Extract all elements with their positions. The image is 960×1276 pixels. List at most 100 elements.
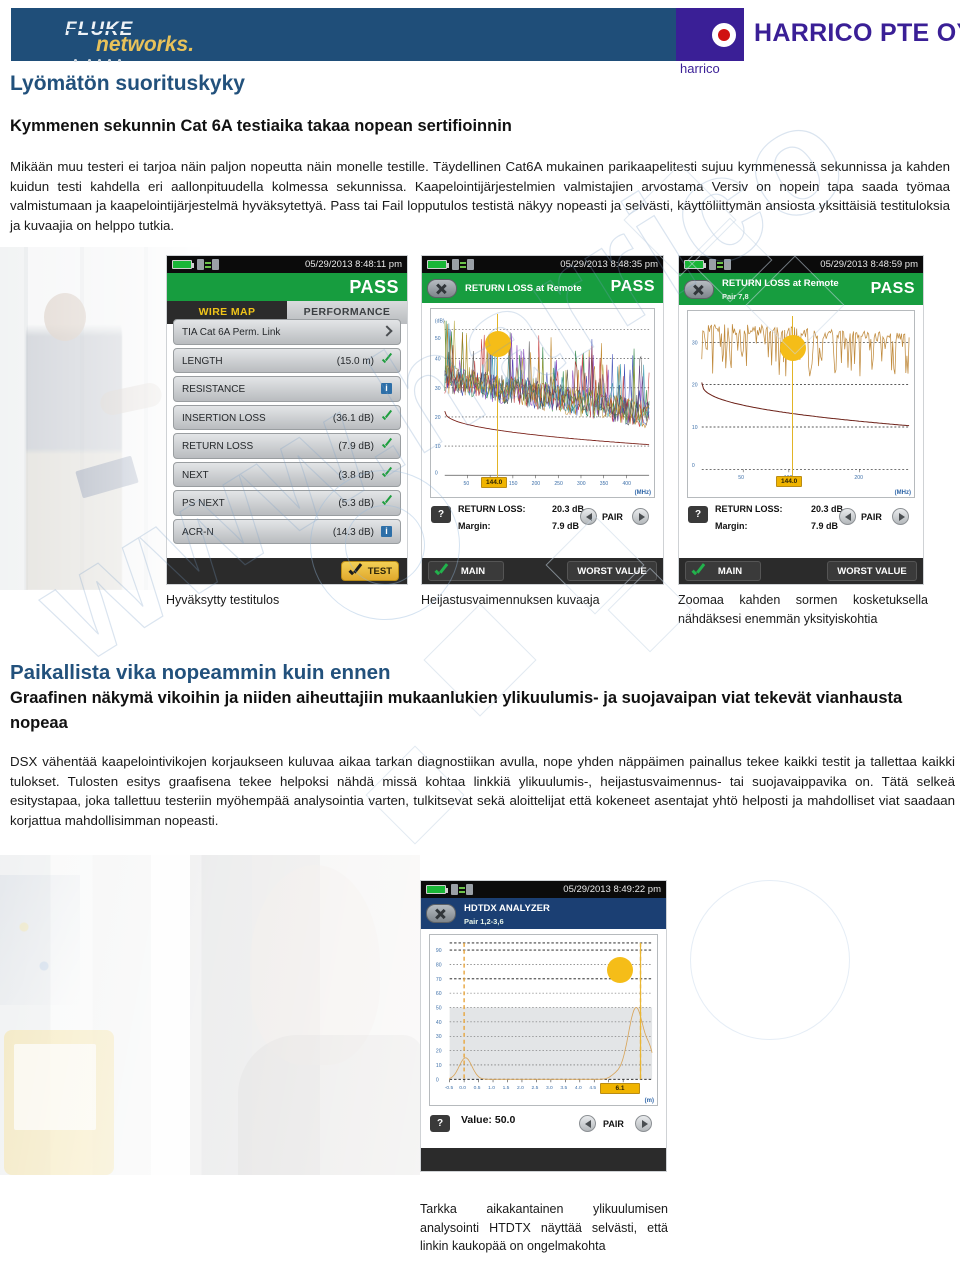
svg-text:10: 10 (692, 425, 698, 431)
link-icon-bottom (459, 891, 465, 893)
help-button[interactable]: ? (430, 1115, 450, 1132)
page-title: Lyömätön suorituskyky (10, 72, 245, 95)
remote-unit-icon (466, 884, 473, 895)
pair-next-button[interactable] (892, 508, 909, 525)
return-loss-label: RETURN LOSS: (715, 504, 783, 514)
svg-text:0: 0 (692, 463, 695, 469)
page-header: FLUKE networks. harrico HARRICO PTE OY (11, 8, 960, 76)
pair-next-button[interactable] (635, 1115, 652, 1132)
check-icon (692, 566, 704, 577)
return-loss-graph[interactable]: (dB)5040302010050100150200250300350400 1… (430, 308, 655, 498)
return-loss-pair-graph[interactable]: 302010050100200 144.0 (MHz) (687, 310, 915, 498)
fluke-dots-decoration (74, 58, 144, 63)
pair-prev-button[interactable] (580, 508, 597, 525)
link-icon-bottom (717, 266, 723, 268)
svg-text:2.5: 2.5 (531, 1085, 538, 1091)
link-icon-bottom (205, 266, 211, 268)
pair-label: PAIR (603, 1119, 624, 1129)
svg-text:150: 150 (509, 481, 518, 487)
result-row[interactable]: PS NEXT (5.3 dB) (173, 490, 401, 516)
result-row-list: TIA Cat 6A Perm. Link LENGTH (15.0 m) RESIS… (167, 316, 407, 544)
main-unit-icon (197, 259, 204, 270)
close-icon[interactable] (426, 904, 456, 923)
result-row[interactable]: RESISTANCE i (173, 376, 401, 402)
fluke-logo-band: FLUKE networks. (11, 8, 676, 63)
title-banner: HDTDX ANALYZER Pair 1,2-3,6 (421, 898, 666, 929)
remote-unit-icon (212, 259, 219, 270)
cursor-value-tag: 6.1 (600, 1083, 640, 1094)
svg-text:10: 10 (436, 1063, 442, 1069)
result-row-value: (3.8 dB) (338, 469, 374, 481)
tester-footer: MAIN WORST VALUE (679, 558, 923, 584)
svg-text:30: 30 (435, 386, 441, 392)
cursor-marker[interactable] (485, 331, 511, 357)
svg-text:200: 200 (854, 475, 863, 481)
svg-text:300: 300 (577, 481, 586, 487)
battery-icon (426, 885, 448, 894)
svg-text:30: 30 (436, 1034, 442, 1040)
tester-screen-return-loss-all[interactable]: 05/29/2013 8:48:35 pm RETURN LOSS at Rem… (421, 255, 664, 585)
tester-screen-wiremap[interactable]: 05/29/2013 8:48:11 pm PASS WIRE MAP PERF… (166, 255, 408, 585)
pair-prev-button[interactable] (579, 1115, 596, 1132)
pass-banner: PASS (167, 273, 407, 301)
svg-text:30: 30 (692, 340, 698, 346)
worst-value-button[interactable]: WORST VALUE (827, 561, 917, 581)
networks-wordmark: networks. (96, 33, 195, 56)
status-bar: 05/29/2013 8:48:11 pm (167, 256, 407, 273)
main-unit-icon (452, 259, 459, 270)
chevron-right-icon (381, 326, 392, 337)
return-loss-value: 20.3 dB (811, 504, 844, 514)
svg-text:0: 0 (435, 470, 438, 476)
info-icon: i (381, 525, 392, 537)
tester-screen-hdtdx[interactable]: 05/29/2013 8:49:22 pm HDTDX ANALYZER Pai… (420, 880, 667, 1172)
svg-text:250: 250 (554, 481, 563, 487)
help-button[interactable]: ? (431, 506, 451, 523)
hdtdx-graph[interactable]: 90 80 70 60 50 40 30 20 10 0 -0.5 0.0 0.5 1.0 1.5 2.0 2.… (429, 934, 658, 1106)
harrico-target-icon (709, 20, 739, 50)
worst-value-button[interactable]: WORST VALUE (567, 561, 657, 581)
pair-prev-button[interactable] (839, 508, 856, 525)
result-row[interactable]: ACR-N (14.3 dB) i (173, 518, 401, 544)
svg-text:40: 40 (436, 1020, 442, 1026)
close-icon[interactable] (684, 280, 714, 299)
body-paragraph-2: DSX vähentää kaapelointivikojen korjauks… (10, 754, 955, 828)
help-button[interactable]: ? (688, 506, 708, 523)
pair-label: PAIR (861, 512, 882, 522)
tester-screen-return-loss-pair78[interactable]: 05/29/2013 8:48:59 pm RETURN LOSS at Rem… (678, 255, 924, 585)
pass-check-icon (381, 355, 392, 366)
info-icon: i (381, 383, 392, 394)
result-row[interactable]: TIA Cat 6A Perm. Link (173, 319, 401, 345)
section-subheading-1: Kymmenen sekunnin Cat 6A testiaika takaa… (10, 117, 512, 135)
test-button[interactable]: TEST (341, 561, 399, 581)
result-row[interactable]: LENGTH (15.0 m) (173, 347, 401, 373)
harrico-company-name: HARRICO PTE OY (754, 19, 960, 47)
main-unit-icon (451, 884, 458, 895)
section-title-2: Paikallista vika nopeammin kuin ennen (10, 661, 391, 684)
svg-text:80: 80 (436, 962, 442, 968)
watermark-circle-3 (690, 880, 850, 1040)
tester-footer (421, 1148, 666, 1171)
pair-label: PAIR (602, 512, 623, 522)
check-icon (349, 566, 362, 577)
pair-next-button[interactable] (632, 508, 649, 525)
result-row[interactable]: RETURN LOSS (7.9 dB) (173, 433, 401, 459)
result-row-label: LENGTH (182, 355, 223, 367)
cursor-marker[interactable] (780, 335, 806, 361)
main-button[interactable]: MAIN (685, 561, 761, 581)
close-icon[interactable] (427, 279, 457, 298)
result-row[interactable]: NEXT (3.8 dB) (173, 461, 401, 487)
svg-text:3.0: 3.0 (546, 1085, 553, 1091)
brochure-page: FLUKE networks. harrico HARRICO PTE OY L… (0, 0, 960, 1276)
main-button[interactable]: MAIN (428, 561, 504, 581)
cursor-marker[interactable] (607, 957, 633, 983)
result-row-label: ACR-N (182, 526, 214, 538)
svg-text:3.5: 3.5 (560, 1085, 567, 1091)
link-icon-top (460, 262, 466, 264)
cursor-value-tag: 144.0 (776, 476, 803, 487)
result-row[interactable]: INSERTION LOSS (36.1 dB) (173, 404, 401, 430)
tester-footer: TEST (167, 558, 407, 584)
screen-title: RETURN LOSS at Remote (465, 283, 582, 294)
svg-text:10: 10 (435, 444, 441, 450)
margin-value: 7.9 dB (811, 521, 839, 531)
pass-label: PASS (349, 277, 399, 297)
